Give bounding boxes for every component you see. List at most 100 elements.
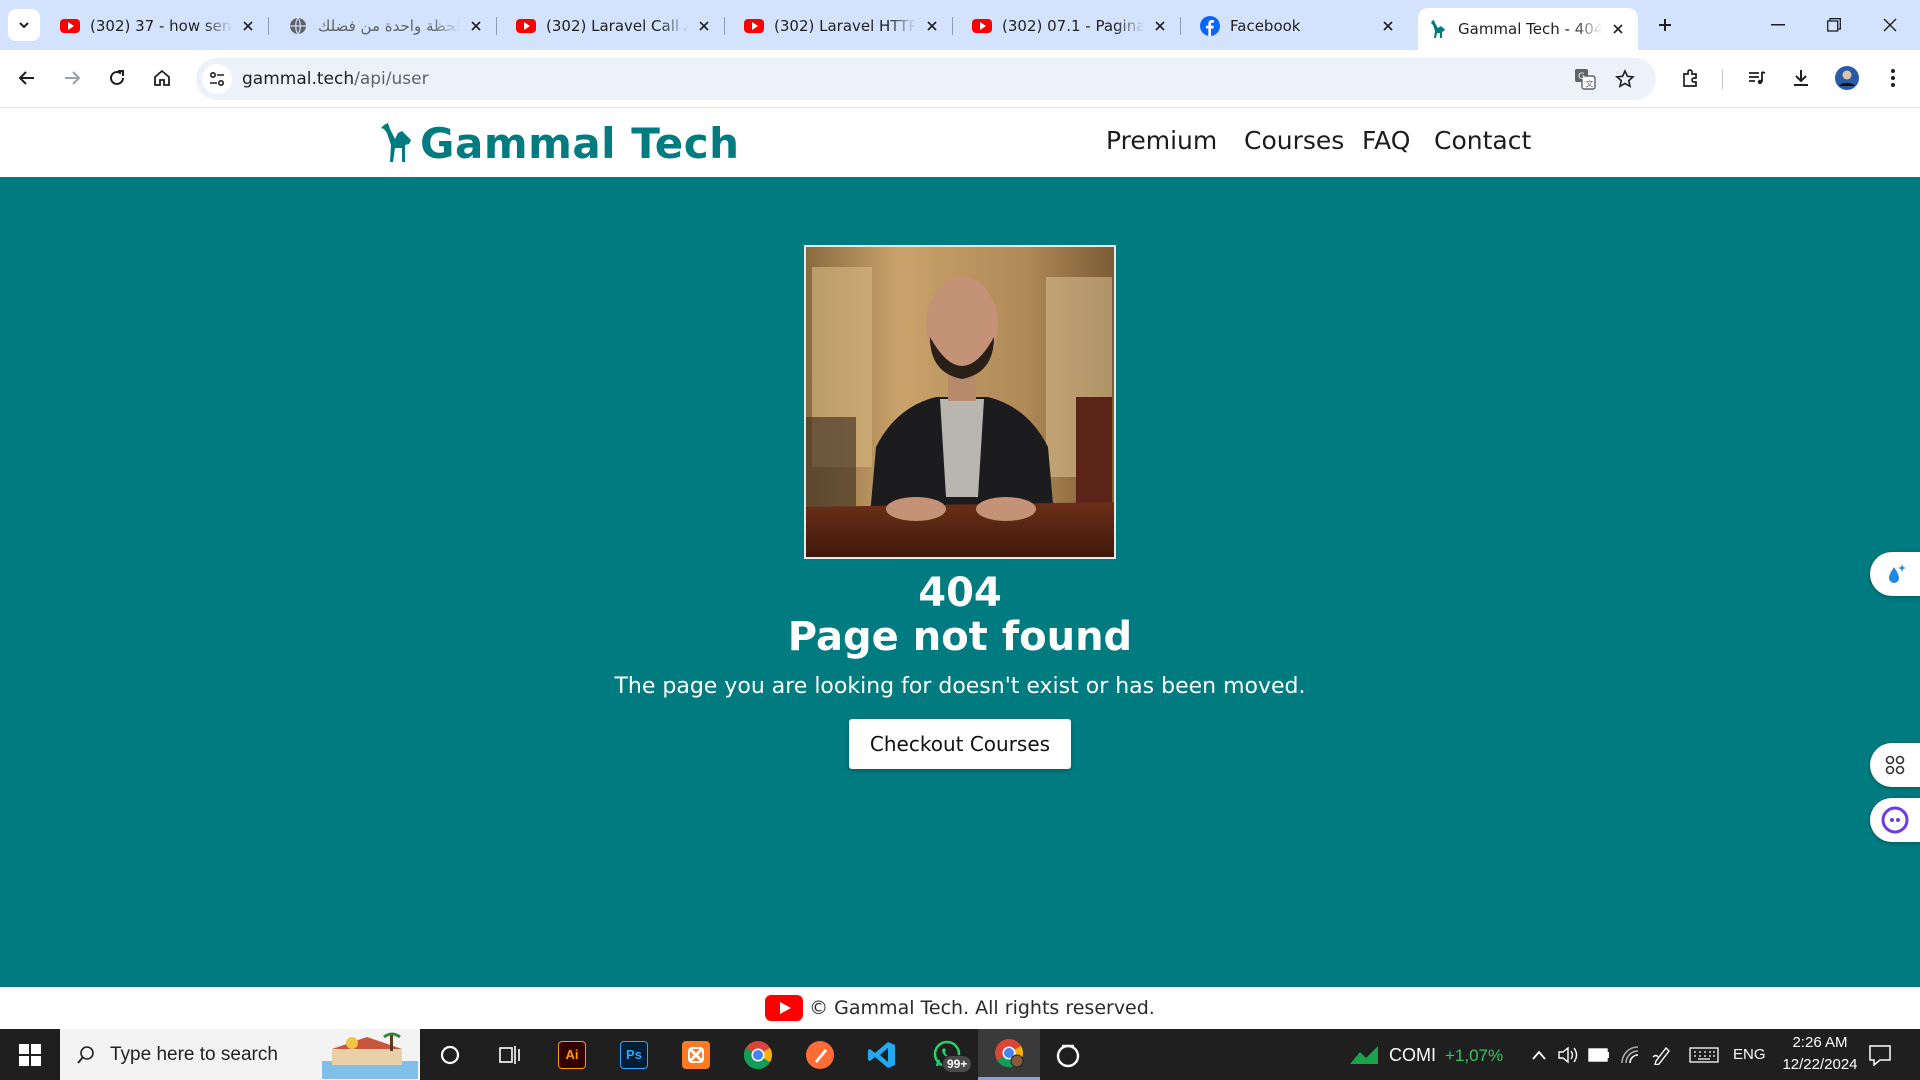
toolbar-divider <box>1722 69 1723 89</box>
tab-title: Gammal Tech - 404 N <box>1458 20 1602 38</box>
browser-tab-active[interactable]: Gammal Tech - 404 N <box>1418 8 1638 50</box>
browser-menu-button[interactable] <box>1876 61 1910 95</box>
browser-tab[interactable]: لحظة واحدة من فضلك <box>278 9 497 42</box>
minimize-button[interactable] <box>1750 0 1806 50</box>
home-button[interactable] <box>145 61 179 95</box>
back-button[interactable] <box>10 61 44 95</box>
site-logo[interactable]: Gammal Tech <box>378 118 740 168</box>
nav-faq[interactable]: FAQ <box>1362 126 1410 155</box>
tune-icon <box>209 71 225 87</box>
taskbar-app-chrome-active[interactable] <box>978 1029 1040 1080</box>
close-window-button[interactable] <box>1862 0 1918 50</box>
side-widget-apps-button[interactable] <box>1870 743 1920 787</box>
reload-button[interactable] <box>100 61 134 95</box>
youtube-icon <box>60 16 80 36</box>
tab-divider <box>952 17 953 35</box>
tab-divider <box>496 17 497 35</box>
cortana-button[interactable] <box>425 1029 475 1080</box>
profile-avatar[interactable] <box>1830 61 1864 95</box>
youtube-icon <box>516 16 536 36</box>
close-tab-icon[interactable] <box>1378 16 1398 36</box>
browser-tab[interactable]: (302) 07.1 - Paginatic <box>962 9 1181 42</box>
browser-tab[interactable]: (302) 37 - how send r <box>50 9 269 42</box>
taskbar-search-box[interactable]: Type here to search <box>60 1029 420 1080</box>
close-tab-icon[interactable] <box>466 16 486 36</box>
close-tab-icon[interactable] <box>1608 19 1628 39</box>
taskbar-app-illustrator[interactable]: Ai <box>547 1029 597 1080</box>
minimize-icon <box>1771 24 1785 26</box>
browser-tab[interactable]: Facebook <box>1190 9 1408 42</box>
bookmark-star-icon[interactable] <box>1610 64 1640 94</box>
url-text[interactable]: gammal.tech/api/user <box>242 69 429 89</box>
avatar-icon <box>1835 66 1859 90</box>
youtube-icon <box>744 16 764 36</box>
vscode-icon <box>868 1041 895 1068</box>
nav-premium[interactable]: Premium <box>1106 126 1217 155</box>
taskbar-app-xampp[interactable] <box>671 1029 721 1080</box>
browser-toolbar: gammal.tech/api/user G文 <box>0 50 1920 108</box>
volume-icon[interactable] <box>1557 1045 1579 1065</box>
restore-button[interactable] <box>1806 0 1862 50</box>
stock-change: +1,07% <box>1445 1046 1504 1065</box>
battery-icon[interactable] <box>1588 1048 1610 1062</box>
copyright-text: © Gammal Tech. All rights reserved. <box>809 997 1155 1019</box>
tab-divider <box>724 17 725 35</box>
taskbar-app-chrome[interactable] <box>733 1029 783 1080</box>
close-tab-icon[interactable] <box>1150 16 1170 36</box>
xampp-icon <box>682 1040 710 1069</box>
obs-icon <box>1056 1044 1080 1067</box>
tab-title: (302) Laravel Call Api <box>546 16 688 35</box>
language-indicator[interactable]: ENG <box>1733 1046 1766 1063</box>
notification-badge: 99+ <box>942 1055 973 1073</box>
restore-icon <box>1827 18 1841 32</box>
windows-taskbar: Type here to search Ai Ps 99+ COMI +1,07… <box>0 1029 1920 1080</box>
illustrator-icon: Ai <box>558 1040 586 1069</box>
notification-center-icon[interactable] <box>1868 1044 1892 1066</box>
address-bar[interactable]: gammal.tech/api/user G文 <box>196 58 1656 100</box>
side-widget-assistant-button[interactable] <box>1870 798 1920 842</box>
camel-logo-icon <box>381 123 411 162</box>
chrome-profile-icon <box>995 1039 1024 1068</box>
site-info-button[interactable] <box>202 64 232 94</box>
side-widget-ai-button[interactable] <box>1870 552 1920 596</box>
task-view-button[interactable] <box>485 1029 535 1080</box>
cortana-icon <box>440 1045 460 1064</box>
brand-name: Gammal Tech <box>420 118 740 168</box>
tab-title: (302) 37 - how send r <box>90 16 232 35</box>
svg-text:G: G <box>1578 72 1585 82</box>
new-tab-button[interactable] <box>1650 10 1680 40</box>
clock-date[interactable]: 12/22/2024 <box>1774 1056 1866 1073</box>
nav-courses[interactable]: Courses <box>1244 126 1344 155</box>
browser-tab[interactable]: (302) Laravel HTTP Cl <box>734 9 953 42</box>
error-page-main: 404 Page not found The page you are look… <box>0 177 1920 987</box>
checkout-courses-button[interactable]: Checkout Courses <box>849 719 1071 769</box>
nav-contact[interactable]: Contact <box>1434 126 1531 155</box>
translate-icon[interactable]: G文 <box>1570 64 1600 94</box>
wifi-icon[interactable] <box>1620 1045 1640 1065</box>
url-path: /api/user <box>354 69 429 89</box>
extensions-button[interactable] <box>1674 61 1708 95</box>
close-tab-icon[interactable] <box>238 16 258 36</box>
close-tab-icon[interactable] <box>694 16 714 36</box>
start-button[interactable] <box>0 1029 60 1080</box>
media-controls-button[interactable] <box>1740 61 1774 95</box>
chevron-up-icon[interactable] <box>1531 1048 1547 1062</box>
taskbar-app-postman[interactable] <box>795 1029 845 1080</box>
taskbar-app-obs[interactable] <box>1043 1029 1093 1080</box>
close-tab-icon[interactable] <box>922 16 942 36</box>
browser-tab[interactable]: (302) Laravel Call Api <box>506 9 725 42</box>
forward-button[interactable] <box>55 61 89 95</box>
error-message: The page you are looking for doesn't exi… <box>614 674 1306 699</box>
pen-icon[interactable] <box>1652 1045 1672 1065</box>
youtube-icon[interactable] <box>765 995 804 1021</box>
downloads-button[interactable] <box>1784 61 1818 95</box>
tab-search-button[interactable] <box>8 9 40 41</box>
facebook-icon <box>1200 15 1220 36</box>
apps-grid-icon <box>1885 755 1905 775</box>
taskbar-app-whatsapp[interactable]: 99+ <box>919 1029 975 1080</box>
taskbar-app-vscode[interactable] <box>857 1029 907 1080</box>
taskbar-app-photoshop[interactable]: Ps <box>609 1029 659 1080</box>
stock-symbol[interactable]: COMI <box>1389 1045 1436 1066</box>
clock-time[interactable]: 2:26 AM <box>1784 1034 1856 1051</box>
keyboard-icon[interactable] <box>1689 1047 1719 1063</box>
